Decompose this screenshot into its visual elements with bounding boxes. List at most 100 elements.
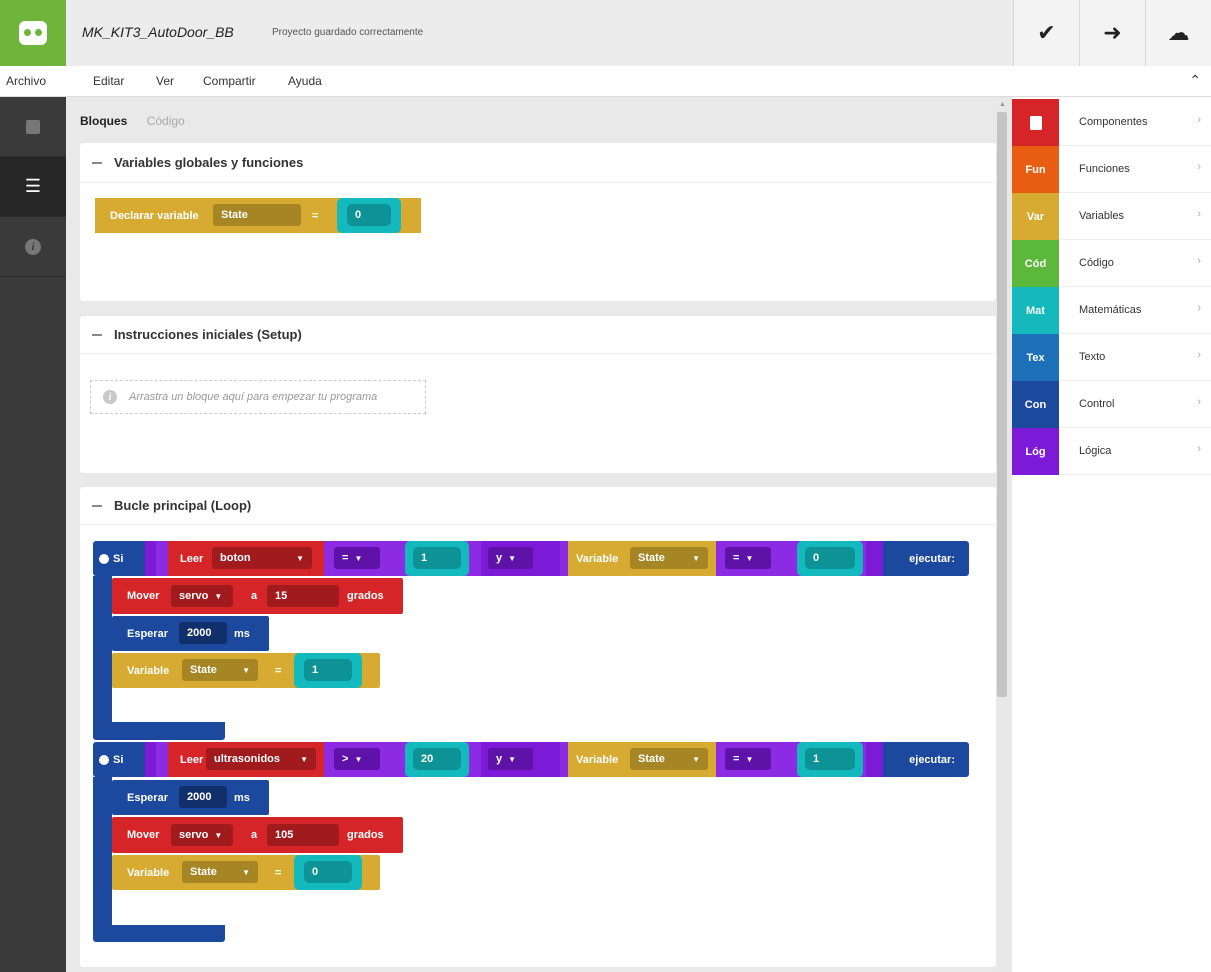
number-block[interactable]: 0 [294, 855, 362, 890]
degrees-label: grados [347, 829, 384, 841]
variable-name-field[interactable]: State [213, 204, 301, 226]
collapse-block-icon[interactable] [99, 754, 109, 765]
op-dropdown[interactable]: = ▼ [725, 748, 771, 770]
palette-label: Lógica [1079, 445, 1112, 457]
palette-item-texto[interactable]: Tex Texto › [1012, 334, 1211, 381]
number-field[interactable]: 0 [805, 547, 855, 569]
angle-field[interactable]: 105 [267, 824, 339, 846]
ms-field[interactable]: 2000 [179, 786, 227, 808]
menu-editar[interactable]: Editar [93, 74, 124, 88]
rail-software[interactable]: ☰ [0, 157, 66, 217]
upload-button[interactable]: ➜ [1079, 0, 1145, 66]
servo-label: servo [179, 590, 209, 602]
op-label: = [342, 552, 349, 564]
collapse-section-icon[interactable] [92, 504, 102, 507]
wait-block[interactable]: Esperar 2000 ms [112, 616, 269, 651]
palette-item-matematicas[interactable]: Mat Matemáticas › [1012, 287, 1211, 334]
tab-code[interactable]: Código [147, 114, 185, 128]
number-block[interactable]: 1 [294, 653, 362, 688]
variable-dropdown[interactable]: State ▼ [630, 748, 708, 770]
and-label: y [496, 552, 503, 564]
collapse-block-icon[interactable] [99, 553, 109, 564]
menu-ayuda[interactable]: Ayuda [288, 74, 322, 88]
robot-icon [19, 21, 47, 45]
workspace-scrollbar[interactable] [997, 112, 1007, 697]
rail-hardware[interactable] [0, 97, 66, 157]
palette-item-componentes[interactable]: Componentes › [1012, 99, 1211, 146]
collapse-toolbar-icon[interactable]: ⌃ [1189, 72, 1201, 89]
op-dropdown[interactable]: > ▼ [334, 748, 380, 770]
dropdown-arrow-icon: ▼ [242, 665, 250, 675]
number-field[interactable]: 0 [304, 861, 352, 883]
menu-bar: Archivo Editar Ver Compartir Ayuda ⌃ [0, 66, 1211, 97]
move-servo-block[interactable]: Mover servo ▼ a 105 grados [112, 817, 403, 853]
collapse-section-icon[interactable] [92, 161, 102, 164]
scroll-up-icon[interactable]: ▲ [999, 101, 1006, 108]
setup-drop-zone[interactable]: i Arrastra un bloque aquí para empezar t… [90, 380, 426, 414]
dropdown-arrow-icon: ▼ [745, 754, 754, 764]
ms-field[interactable]: 2000 [179, 622, 227, 644]
section-title: Instrucciones iniciales (Setup) [114, 327, 302, 342]
variable-get-block[interactable]: Variable State ▼ [568, 742, 716, 777]
block-palette: Componentes › Fun Funciones › Var Variab… [1012, 97, 1211, 972]
sensor-dropdown[interactable]: ultrasonidos ▼ [206, 748, 316, 770]
op-dropdown[interactable]: = ▼ [725, 547, 771, 569]
arrow-right-icon: ➜ [1103, 20, 1122, 45]
number-field[interactable]: 20 [413, 748, 461, 770]
move-servo-block[interactable]: Mover servo ▼ a 15 grados [112, 578, 403, 614]
variable-dropdown[interactable]: State ▼ [182, 659, 258, 681]
number-field[interactable]: 1 [805, 748, 855, 770]
variable-dropdown[interactable]: State ▼ [182, 861, 258, 883]
app-logo[interactable] [0, 0, 66, 66]
number-block[interactable]: 0 [337, 198, 401, 233]
menu-compartir[interactable]: Compartir [203, 74, 256, 88]
check-icon: ✔ [1037, 20, 1056, 45]
number-block[interactable]: 1 [797, 742, 863, 777]
read-block[interactable]: Leer ultrasonidos ▼ [168, 742, 324, 777]
number-field[interactable]: 1 [304, 659, 352, 681]
op-dropdown[interactable]: = ▼ [334, 547, 380, 569]
cloud-button[interactable]: ☁ [1145, 0, 1211, 66]
palette-label: Matemáticas [1079, 304, 1142, 316]
read-block[interactable]: Leer boton ▼ [168, 541, 324, 576]
and-dropdown[interactable]: y ▼ [488, 748, 533, 770]
menu-ver[interactable]: Ver [156, 74, 174, 88]
if-footer [93, 722, 225, 740]
info-icon: i [25, 238, 41, 255]
menu-archivo[interactable]: Archivo [6, 74, 46, 88]
palette-item-logica[interactable]: Lóg Lógica › [1012, 428, 1211, 475]
number-field[interactable]: 1 [413, 547, 461, 569]
section-title: Bucle principal (Loop) [114, 498, 252, 513]
dropdown-arrow-icon: ▼ [242, 867, 250, 877]
variable-label: Variable [576, 753, 619, 766]
verify-button[interactable]: ✔ [1013, 0, 1079, 66]
project-name[interactable]: MK_KIT3_AutoDoor_BB [82, 24, 234, 40]
servo-dropdown[interactable]: servo ▼ [171, 585, 233, 607]
palette-item-variables[interactable]: Var Variables › [1012, 193, 1211, 240]
rail-info[interactable]: i [0, 217, 66, 277]
tab-blocks[interactable]: Bloques [80, 114, 127, 128]
palette-abbr: Mat [1012, 287, 1059, 334]
number-field[interactable]: 0 [347, 204, 391, 226]
variable-get-block[interactable]: Variable State ▼ [568, 541, 716, 576]
palette-item-codigo[interactable]: Cód Código › [1012, 240, 1211, 287]
palette-item-control[interactable]: Con Control › [1012, 381, 1211, 428]
number-block[interactable]: 0 [797, 541, 863, 576]
number-block[interactable]: 1 [405, 541, 469, 576]
number-block[interactable]: 20 [405, 742, 469, 777]
sensor-dropdown[interactable]: boton ▼ [212, 547, 312, 569]
palette-abbr: Con [1012, 381, 1059, 428]
servo-dropdown[interactable]: servo ▼ [171, 824, 233, 846]
assign-op: = [312, 209, 319, 222]
variable-dropdown[interactable]: State ▼ [630, 547, 708, 569]
ms-label: ms [234, 627, 250, 640]
chip-icon [26, 119, 40, 134]
collapse-section-icon[interactable] [92, 333, 102, 336]
assign-op: = [275, 866, 282, 879]
angle-field[interactable]: 15 [267, 585, 339, 607]
servo-label: servo [179, 829, 209, 841]
section-title: Variables globales y funciones [114, 155, 304, 170]
wait-block[interactable]: Esperar 2000 ms [112, 780, 269, 815]
palette-item-funciones[interactable]: Fun Funciones › [1012, 146, 1211, 193]
and-dropdown[interactable]: y ▼ [488, 547, 533, 569]
